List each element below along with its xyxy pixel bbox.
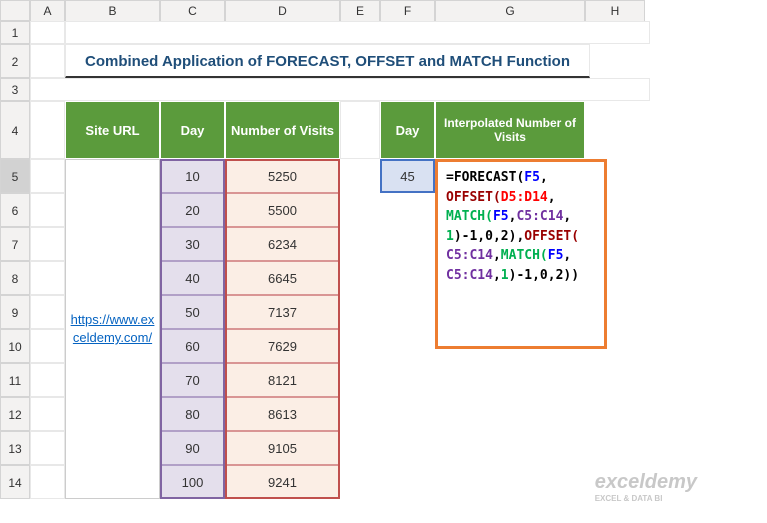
cell-a5 xyxy=(30,159,65,193)
row-header-12[interactable]: 12 xyxy=(0,397,30,431)
cell-a9 xyxy=(30,295,65,329)
row-header-10[interactable]: 10 xyxy=(0,329,30,363)
formula-t19: , xyxy=(563,248,571,263)
header-visits: Number of Visits xyxy=(225,101,340,159)
formula-t13: )-1,0,2), xyxy=(454,229,524,244)
formula-t12: 1 xyxy=(446,229,454,244)
cell-a6 xyxy=(30,193,65,227)
row-header-3[interactable]: 3 xyxy=(0,78,30,101)
day-cell-7[interactable]: 30 xyxy=(160,227,225,261)
formula-t5: D5:D14 xyxy=(501,190,548,205)
col-header-h[interactable]: H xyxy=(585,0,645,22)
cell-a14 xyxy=(30,465,65,499)
row-header-1[interactable]: 1 xyxy=(0,21,30,44)
row-header-6[interactable]: 6 xyxy=(0,193,30,227)
header-site-url: Site URL xyxy=(65,101,160,159)
formula-t23: )-1,0,2)) xyxy=(509,268,579,283)
day-input-cell[interactable]: 45 xyxy=(380,159,435,193)
visits-cell-9[interactable]: 7137 xyxy=(225,295,340,329)
formula-t22: 1 xyxy=(501,268,509,283)
cell-a1 xyxy=(30,21,65,44)
page-title: Combined Application of FORECAST, OFFSET… xyxy=(65,44,590,78)
formula-t6: , xyxy=(548,190,556,205)
formula-t8: F5 xyxy=(493,209,509,224)
row-header-4[interactable]: 4 xyxy=(0,101,30,159)
cell-e4 xyxy=(340,101,380,159)
col-header-f[interactable]: F xyxy=(380,0,435,22)
column-headers: ABCDEFGH xyxy=(30,0,645,22)
formula-t18: F5 xyxy=(548,248,564,263)
col-header-e[interactable]: E xyxy=(340,0,380,22)
day-cell-9[interactable]: 50 xyxy=(160,295,225,329)
visits-cell-14[interactable]: 9241 xyxy=(225,465,340,499)
visits-cell-13[interactable]: 9105 xyxy=(225,431,340,465)
cell-a11 xyxy=(30,363,65,397)
formula-t7: MATCH( xyxy=(446,209,493,224)
header-interp: Interpolated Number of Visits xyxy=(435,101,585,159)
cell-b1-h1 xyxy=(65,21,650,44)
formula-t11: , xyxy=(563,209,571,224)
cell-a4 xyxy=(30,101,65,159)
row-header-11[interactable]: 11 xyxy=(0,363,30,397)
watermark-main: exceldemy xyxy=(595,471,697,493)
formula-t21: , xyxy=(493,268,501,283)
row3 xyxy=(30,78,650,101)
site-url-link[interactable]: https://www.exceldemy.com/ xyxy=(66,307,159,351)
formula-display[interactable]: =FORECAST(F5, OFFSET(D5:D14, MATCH(F5,C5… xyxy=(435,159,607,349)
formula-t20: C5:C14 xyxy=(446,268,493,283)
formula-t2: F5 xyxy=(524,170,540,185)
formula-t4: OFFSET( xyxy=(446,190,501,205)
visits-cell-11[interactable]: 8121 xyxy=(225,363,340,397)
formula-t3: , xyxy=(540,170,548,185)
row-numbers: 1234567891011121314 xyxy=(0,0,30,499)
visits-cell-5[interactable]: 5250 xyxy=(225,159,340,193)
header-day2: Day xyxy=(380,101,435,159)
corner-cell[interactable] xyxy=(0,0,30,21)
col-header-g[interactable]: G xyxy=(435,0,585,22)
col-header-d[interactable]: D xyxy=(225,0,340,22)
cell-a7 xyxy=(30,227,65,261)
visits-cell-12[interactable]: 8613 xyxy=(225,397,340,431)
visits-cell-8[interactable]: 6645 xyxy=(225,261,340,295)
day-cell-8[interactable]: 40 xyxy=(160,261,225,295)
cell-a8 xyxy=(30,261,65,295)
url-container: https://www.exceldemy.com/ xyxy=(65,159,160,499)
row-header-7[interactable]: 7 xyxy=(0,227,30,261)
watermark-sub: EXCEL & DATA BI xyxy=(595,494,697,503)
day-cell-6[interactable]: 20 xyxy=(160,193,225,227)
day-cell-10[interactable]: 60 xyxy=(160,329,225,363)
day-cell-14[interactable]: 100 xyxy=(160,465,225,499)
cell-a12 xyxy=(30,397,65,431)
col-header-a[interactable]: A xyxy=(30,0,65,22)
row-header-2[interactable]: 2 xyxy=(0,44,30,78)
col-header-b[interactable]: B xyxy=(65,0,160,22)
formula-t16: , xyxy=(493,248,501,263)
row-header-8[interactable]: 8 xyxy=(0,261,30,295)
visits-cell-10[interactable]: 7629 xyxy=(225,329,340,363)
row-header-14[interactable]: 14 xyxy=(0,465,30,499)
formula-t1: =FORECAST( xyxy=(446,170,524,185)
formula-t10: C5:C14 xyxy=(516,209,563,224)
watermark-logo: exceldemy EXCEL & DATA BI xyxy=(595,471,697,503)
row-header-5[interactable]: 5 xyxy=(0,159,30,193)
col-header-c[interactable]: C xyxy=(160,0,225,22)
day-input-value: 45 xyxy=(400,169,414,184)
day-cell-5[interactable]: 10 xyxy=(160,159,225,193)
visits-cell-6[interactable]: 5500 xyxy=(225,193,340,227)
cell-a10 xyxy=(30,329,65,363)
header-day: Day xyxy=(160,101,225,159)
day-cell-11[interactable]: 70 xyxy=(160,363,225,397)
cell-a13 xyxy=(30,431,65,465)
cell-a2 xyxy=(30,44,65,78)
day-cell-12[interactable]: 80 xyxy=(160,397,225,431)
visits-cell-7[interactable]: 6234 xyxy=(225,227,340,261)
formula-t14: OFFSET( xyxy=(524,229,579,244)
formula-t17: MATCH( xyxy=(501,248,548,263)
row-header-9[interactable]: 9 xyxy=(0,295,30,329)
day-cell-13[interactable]: 90 xyxy=(160,431,225,465)
formula-t15: C5:C14 xyxy=(446,248,493,263)
row-header-13[interactable]: 13 xyxy=(0,431,30,465)
